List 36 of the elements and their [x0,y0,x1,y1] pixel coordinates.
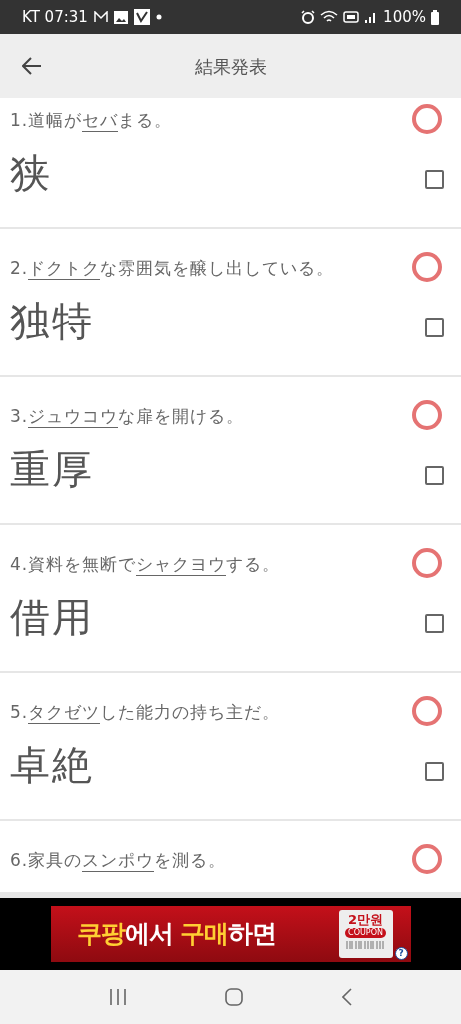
home-icon[interactable] [225,988,244,1006]
back-nav-icon[interactable] [341,988,352,1006]
alarm-icon [301,10,316,24]
carrier-time: KT 07:31 [22,6,88,28]
app-icon [133,9,150,25]
page-title: 結果発表 [193,54,268,79]
battery-icon [431,9,439,25]
barcode-drawing [345,941,386,949]
image-icon [113,10,128,24]
question-text: 2.ドクトク な雰囲気を醸し出している。 [10,256,335,281]
question-text: 1.道幅がセバまる。 [10,108,173,133]
question-text: 3.ジュウコウ な扉を開ける。 [10,404,245,429]
dot-icon [155,14,162,20]
coupon-amount: 2만원 [347,912,383,928]
checkbox[interactable] [425,169,444,189]
hd-icon [343,11,360,23]
answer-kanji: 狭 [10,149,52,198]
answer-kanji: 重厚 [10,445,94,494]
coupon-label: COUPON [345,928,386,938]
checkbox[interactable] [425,761,444,781]
question-text: 4.資料を無断でシャクヨウする。 [10,552,281,577]
ad-headline: 쿠팡에서 구매하면 [76,918,277,951]
mail-icon [93,11,108,23]
checkbox[interactable] [425,317,444,337]
question-text: 6.家具のスンポウ を測る。 [10,848,227,873]
question-text: 5.タクゼツ した能力の持ち主だ。 [10,700,281,725]
recent-apps-icon[interactable] [109,989,128,1005]
ad-help-icon[interactable]: ? [394,947,408,960]
answer-kanji: 借用 [10,593,94,642]
answer-kanji: 独特 [10,297,94,346]
checkbox[interactable] [425,465,444,485]
battery-percent: 100% [383,6,426,28]
answer-kanji: 卓絶 [10,741,94,790]
wifi-icon [320,10,339,24]
ad-banner[interactable]: 쿠팡에서 구매하면 2만원 COUPON ? [50,906,411,962]
checkbox[interactable] [425,613,444,633]
